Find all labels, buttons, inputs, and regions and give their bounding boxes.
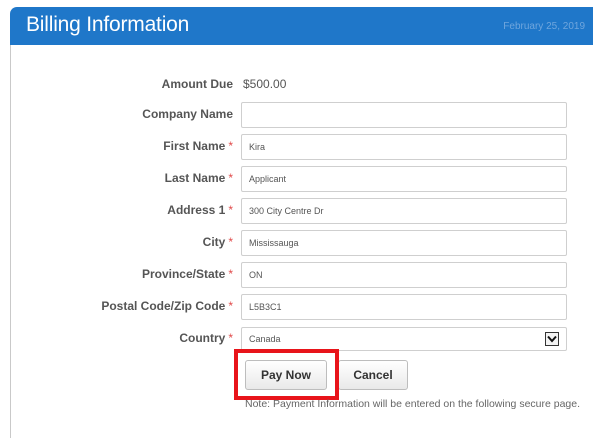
- first-name-label: First Name *: [163, 139, 233, 153]
- required-marker: *: [228, 299, 233, 313]
- country-select-value: Canada: [249, 334, 281, 344]
- secure-payment-note: Note: Payment Information will be entere…: [245, 398, 581, 410]
- first-name-row: First Name *: [0, 134, 593, 160]
- postal-label: Postal Code/Zip Code *: [101, 299, 233, 313]
- province-label: Province/State *: [141, 267, 233, 281]
- required-marker: *: [228, 267, 233, 281]
- city-label: City *: [202, 235, 233, 249]
- country-label: Country *: [179, 331, 233, 345]
- page-title: Billing Information: [26, 13, 190, 36]
- company-name-row: Company Name: [0, 102, 593, 128]
- address1-label: Address 1 *: [167, 203, 233, 217]
- last-name-field[interactable]: [241, 166, 567, 192]
- cancel-button[interactable]: Cancel: [338, 360, 408, 390]
- country-select[interactable]: Canada: [241, 327, 567, 351]
- required-marker: *: [228, 235, 233, 249]
- province-field[interactable]: [241, 262, 567, 288]
- postal-field[interactable]: [241, 294, 567, 320]
- company-name-field[interactable]: [241, 102, 567, 128]
- last-name-label: Last Name *: [164, 171, 233, 185]
- header-date: February 25, 2019: [503, 21, 585, 32]
- province-row: Province/State *: [0, 262, 593, 288]
- first-name-field[interactable]: [241, 134, 567, 160]
- city-field[interactable]: [241, 230, 567, 256]
- chevron-down-icon[interactable]: [545, 332, 559, 346]
- required-marker: *: [228, 203, 233, 217]
- country-row: Country * Canada: [0, 327, 593, 353]
- amount-due-value: $500.00: [243, 77, 287, 91]
- billing-header: Billing Information February 25, 2019: [10, 7, 593, 45]
- postal-row: Postal Code/Zip Code *: [0, 294, 593, 320]
- address1-field[interactable]: [241, 198, 567, 224]
- city-row: City *: [0, 230, 593, 256]
- required-marker: *: [228, 331, 233, 345]
- pay-now-button[interactable]: Pay Now: [245, 360, 327, 390]
- amount-due-row: Amount Due $500.00: [0, 72, 593, 98]
- company-name-label: Company Name: [142, 107, 233, 121]
- last-name-row: Last Name *: [0, 166, 593, 192]
- required-marker: *: [228, 139, 233, 153]
- amount-due-label: Amount Due: [161, 77, 233, 91]
- required-marker: *: [228, 171, 233, 185]
- address1-row: Address 1 *: [0, 198, 593, 224]
- billing-page: Billing Information February 25, 2019 Am…: [0, 0, 593, 438]
